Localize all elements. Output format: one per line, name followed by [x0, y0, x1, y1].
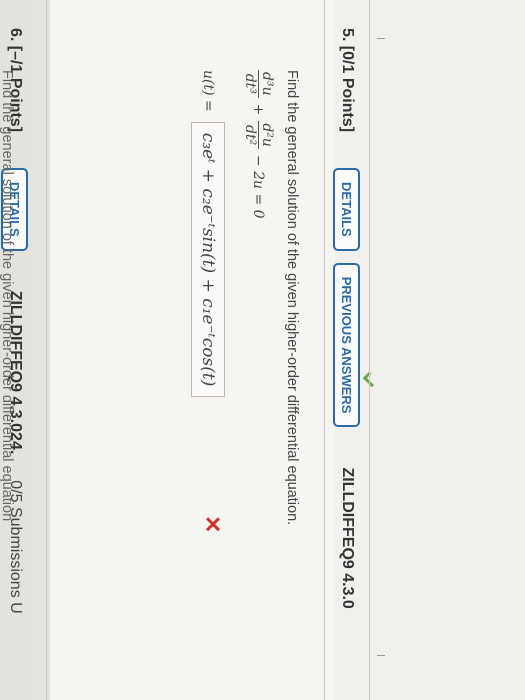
term-1: d³u dt³ — [242, 70, 275, 98]
ruler-tick — [377, 655, 385, 656]
term-2-denominator: dt² — [242, 125, 258, 146]
x-mark-icon: ✕ — [200, 515, 225, 534]
question-5-header: 5. [0/1 Points] DETAILS PREVIOUS ANSWERS… — [327, 0, 367, 700]
previous-question-area — [370, 0, 525, 700]
question-5-reference: ZILLDIFFEQ9 4.3.0 — [339, 467, 356, 609]
photo-frame: 5. [0/1 Points] DETAILS PREVIOUS ANSWERS… — [0, 0, 525, 700]
question-5-number: 5. [0/1 Points] — [339, 28, 356, 133]
answer-label: u(t) = — [200, 70, 216, 112]
divider — [46, 0, 47, 700]
term-1-numerator: d³u — [258, 70, 275, 98]
differential-equation: d³u dt³ + d²u dt² − 2u = 0 — [242, 70, 275, 219]
previous-answers-button[interactable]: PREVIOUS ANSWERS — [333, 262, 361, 428]
details-button[interactable]: DETAILS — [333, 168, 361, 251]
question-5-prompt: Find the general solution of the given h… — [284, 70, 300, 526]
term-2: d²u dt² — [242, 121, 275, 149]
divider — [369, 0, 370, 700]
question-6-prompt: Find the general solution of the given h… — [0, 70, 15, 522]
ruler-tick — [377, 38, 385, 39]
equation-rest: − 2u = 0 — [250, 154, 267, 219]
answer-field[interactable]: c₃eᵗ + c₂e⁻ᵗsin(t) + c₁e⁻ᵗcos(t) — [191, 121, 225, 398]
plus-sign: + — [250, 103, 267, 116]
term-2-numerator: d²u — [258, 121, 275, 149]
divider — [324, 0, 325, 700]
answer-row: u(t) = c₃eᵗ + c₂e⁻ᵗsin(t) + c₁e⁻ᵗcos(t) — [191, 70, 225, 398]
term-1-denominator: dt³ — [242, 73, 258, 94]
